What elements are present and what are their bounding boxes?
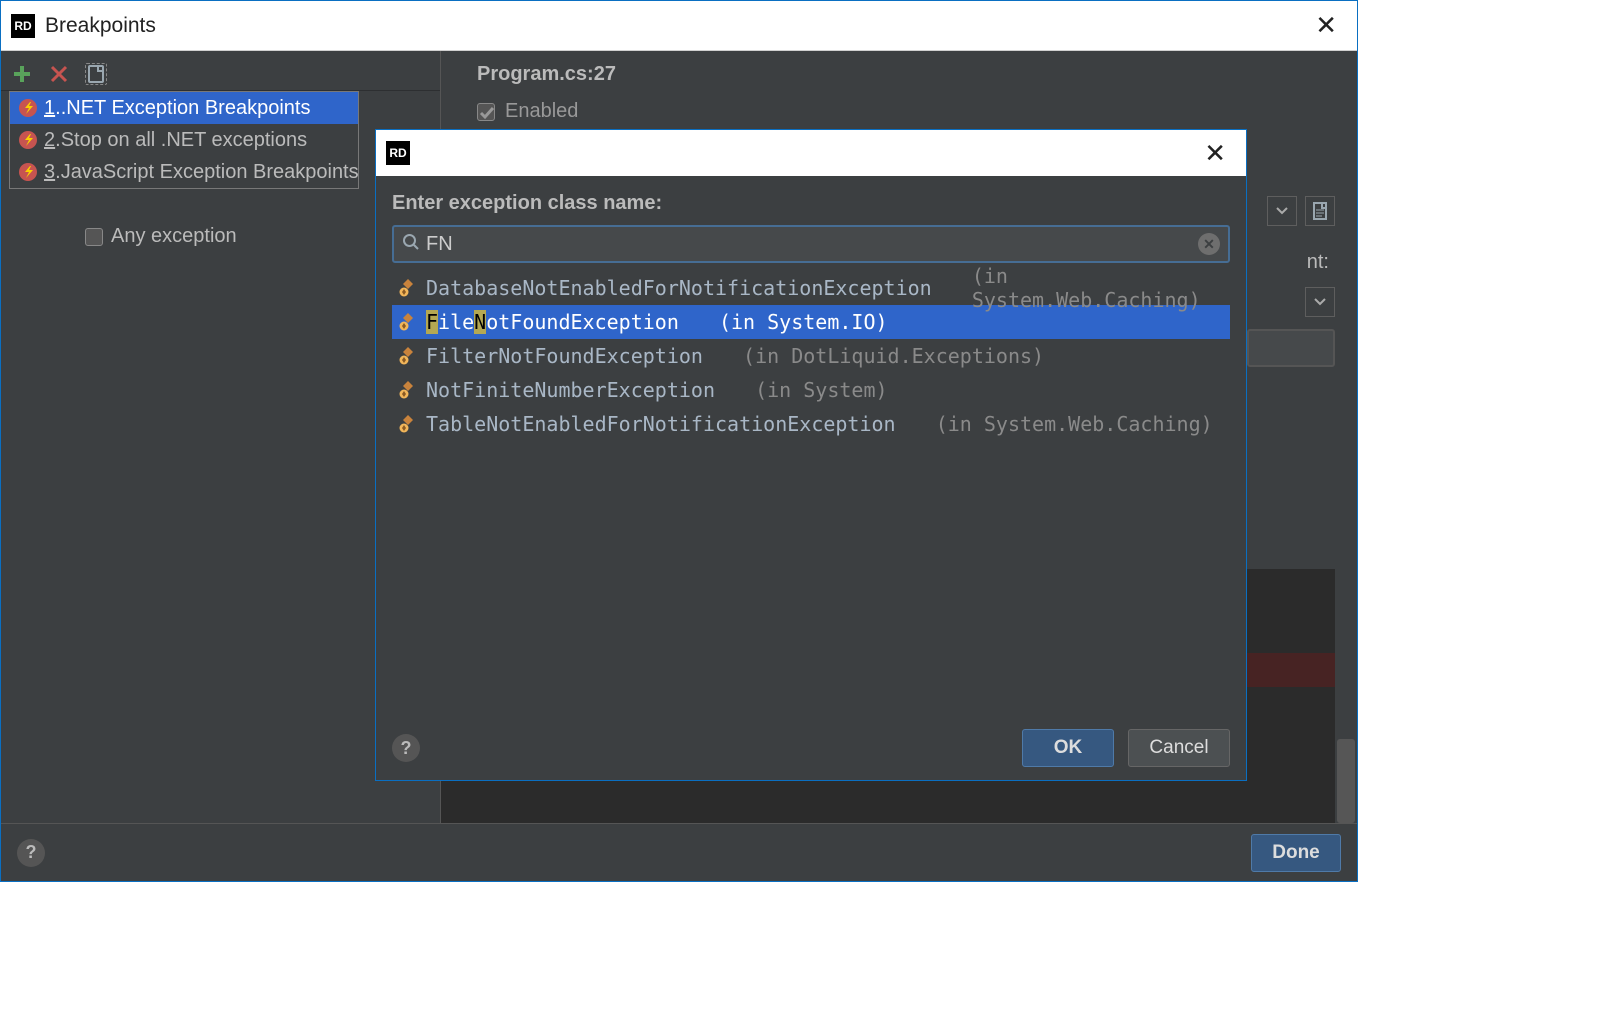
dropdown-button-2[interactable]	[1305, 287, 1335, 317]
tree-item-label: Any exception	[111, 225, 237, 248]
modal-close-button[interactable]: ✕	[1194, 138, 1236, 169]
class-icon	[398, 414, 418, 434]
result-name: FileNotFoundException	[426, 310, 679, 334]
clear-search-button[interactable]: ✕	[1198, 233, 1220, 255]
result-namespace: (in DotLiquid.Exceptions)	[743, 344, 1044, 368]
text-input[interactable]	[1247, 329, 1335, 367]
menu-item-stop-on-all-net-exceptions[interactable]: 2. Stop on all .NET exceptions	[10, 124, 358, 156]
class-icon	[398, 278, 418, 298]
document-icon	[1313, 202, 1327, 220]
result-name: DatabaseNotEnabledForNotificationExcepti…	[426, 276, 932, 300]
menu-item-js-exception-breakpoints[interactable]: 3. JavaScript Exception Breakpoints	[10, 156, 358, 188]
app-logo: RD	[11, 14, 35, 38]
result-namespace: (in System.Web.Caching)	[936, 412, 1213, 436]
result-name: FilterNotFoundException	[426, 344, 703, 368]
class-icon	[398, 346, 418, 366]
scrollbar[interactable]	[1335, 569, 1357, 823]
modal-body: Enter exception class name: ✕ DatabaseNo…	[376, 176, 1246, 716]
add-breakpoint-menu: 1. .NET Exception Breakpoints 2. Stop on…	[9, 91, 359, 189]
window-title: Breakpoints	[45, 14, 1305, 38]
scrollbar-thumb[interactable]	[1337, 739, 1355, 823]
search-icon	[402, 233, 420, 256]
result-namespace: (in System.IO)	[719, 310, 888, 334]
chevron-down-icon	[1314, 297, 1326, 307]
menu-item-net-exception-breakpoints[interactable]: 1. .NET Exception Breakpoints	[10, 92, 358, 124]
result-namespace: (in System)	[755, 378, 887, 402]
search-input[interactable]	[426, 233, 1192, 256]
footer: ? Done	[1, 823, 1357, 881]
file-line-label: Program.cs:27	[477, 63, 1337, 86]
ok-button[interactable]: OK	[1022, 729, 1114, 767]
dropdown-button[interactable]	[1267, 196, 1297, 226]
modal-heading: Enter exception class name:	[392, 192, 1230, 215]
enter-exception-class-dialog: RD ✕ Enter exception class name: ✕ Datab…	[375, 129, 1247, 781]
results-list: DatabaseNotEnabledForNotificationExcepti…	[392, 271, 1230, 441]
checkbox-icon[interactable]	[85, 228, 103, 246]
search-input-wrapper[interactable]: ✕	[392, 225, 1230, 263]
done-button[interactable]: Done	[1251, 834, 1341, 872]
toolbar	[1, 51, 440, 91]
result-namespace: (in System.Web.Caching)	[972, 264, 1224, 312]
close-button[interactable]: ✕	[1305, 10, 1347, 41]
modal-footer: ? OK Cancel	[376, 716, 1246, 780]
modal-help-button[interactable]: ?	[392, 734, 420, 762]
help-button[interactable]: ?	[17, 839, 45, 867]
remove-breakpoint-button[interactable]	[48, 63, 70, 85]
result-name: NotFiniteNumberException	[426, 378, 715, 402]
enabled-row[interactable]: Enabled	[477, 100, 1337, 123]
breakpoints-window: RD Breakpoints ✕ Any exce	[0, 0, 1358, 882]
enabled-checkbox[interactable]	[477, 103, 495, 121]
result-name: TableNotEnabledForNotificationException	[426, 412, 896, 436]
app-logo: RD	[386, 141, 410, 165]
cancel-button[interactable]: Cancel	[1128, 729, 1230, 767]
result-row[interactable]: TableNotEnabledForNotificationException …	[392, 407, 1230, 441]
chevron-down-icon	[1276, 206, 1288, 216]
truncated-label: nt:	[1307, 251, 1329, 274]
result-row[interactable]: FilterNotFoundException (in DotLiquid.Ex…	[392, 339, 1230, 373]
enabled-label: Enabled	[505, 100, 578, 123]
edit-source-button[interactable]	[1305, 196, 1335, 226]
result-row[interactable]: NotFiniteNumberException (in System)	[392, 373, 1230, 407]
class-icon	[398, 312, 418, 332]
exception-icon	[18, 162, 38, 182]
exception-icon	[18, 98, 38, 118]
modal-titlebar: RD ✕	[376, 130, 1246, 176]
class-icon	[398, 380, 418, 400]
exception-icon	[18, 130, 38, 150]
add-breakpoint-button[interactable]	[11, 63, 33, 85]
result-row[interactable]: DatabaseNotEnabledForNotificationExcepti…	[392, 271, 1230, 305]
titlebar: RD Breakpoints ✕	[1, 1, 1357, 51]
group-by-file-button[interactable]	[85, 63, 107, 85]
